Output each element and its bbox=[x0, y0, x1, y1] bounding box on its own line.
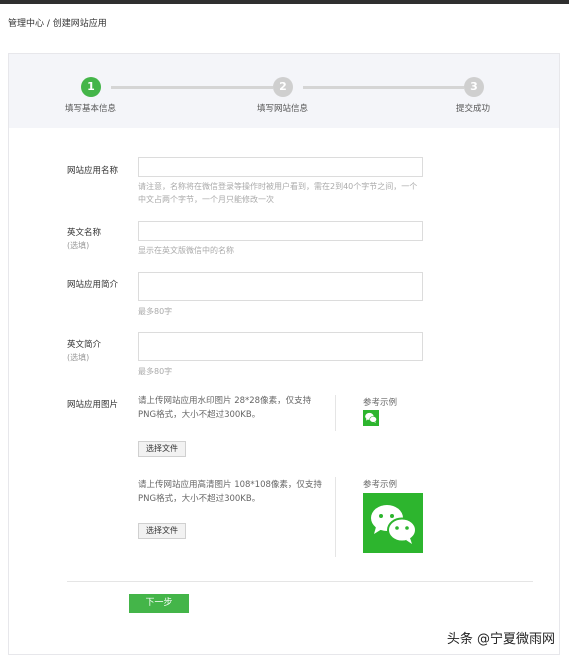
hd-upload-text: 请上传网站应用高清图片 108*108像素，仅支持PNG格式，大小不超过300K… bbox=[138, 480, 322, 504]
step-3-circle: 3 bbox=[464, 77, 484, 97]
step-connector-2 bbox=[303, 86, 464, 89]
step-1-circle: 1 bbox=[81, 77, 101, 97]
en-intro-optional: (选填) bbox=[67, 353, 90, 362]
en-name-optional: (选填) bbox=[67, 241, 90, 250]
app-name-input[interactable] bbox=[138, 157, 423, 177]
watermark-ref-label: 参考示例 bbox=[363, 398, 398, 408]
breadcrumb: 管理中心 / 创建网站应用 bbox=[8, 19, 107, 29]
hd-divider bbox=[335, 477, 336, 557]
watermark-choose-file-button[interactable]: 选择文件 bbox=[138, 441, 186, 457]
intro-label: 网站应用简介 bbox=[67, 280, 119, 290]
app-name-hint: 请注意，名称将在微信登录等操作时被用户看到，需在2到40个字节之间，一个中文占两… bbox=[138, 182, 418, 204]
app-name-label: 网站应用名称 bbox=[67, 166, 119, 176]
step-2-label: 填写网站信息 bbox=[257, 104, 309, 114]
app-images-label: 网站应用图片 bbox=[67, 400, 119, 410]
en-intro-input[interactable] bbox=[138, 332, 423, 361]
en-name-hint: 显示在英文版微信中的名称 bbox=[138, 246, 234, 255]
en-name-input[interactable] bbox=[138, 221, 423, 241]
step-3-label: 提交成功 bbox=[456, 104, 491, 114]
form-bottom-divider bbox=[67, 581, 533, 582]
watermark-text: 头条 @宁夏微雨网 bbox=[446, 628, 555, 647]
intro-input[interactable] bbox=[138, 272, 423, 301]
hd-ref-label: 参考示例 bbox=[363, 480, 398, 490]
wechat-logo-small-icon bbox=[363, 410, 379, 426]
step-connector-1 bbox=[111, 86, 273, 89]
watermark-divider bbox=[335, 395, 336, 431]
en-intro-label: 英文简介 bbox=[67, 340, 102, 350]
next-step-button[interactable]: 下一步 bbox=[129, 594, 189, 613]
en-name-label: 英文名称 bbox=[67, 228, 102, 238]
intro-hint: 最多80字 bbox=[138, 307, 173, 316]
en-intro-hint: 最多80字 bbox=[138, 367, 173, 376]
progress-steps: 1 填写基本信息 2 填写网站信息 3 提交成功 bbox=[9, 54, 559, 128]
top-bar bbox=[0, 0, 569, 4]
wechat-logo-large-icon bbox=[363, 493, 423, 553]
watermark-upload-text: 请上传网站应用水印图片 28*28像素，仅支持PNG格式，大小不超过300KB。 bbox=[138, 396, 312, 420]
step-2-circle: 2 bbox=[273, 77, 293, 97]
hd-choose-file-button[interactable]: 选择文件 bbox=[138, 523, 186, 539]
step-1-label: 填写基本信息 bbox=[65, 104, 117, 114]
create-app-panel: 1 填写基本信息 2 填写网站信息 3 提交成功 网站应用名称 请注意，名称将在… bbox=[8, 53, 560, 655]
